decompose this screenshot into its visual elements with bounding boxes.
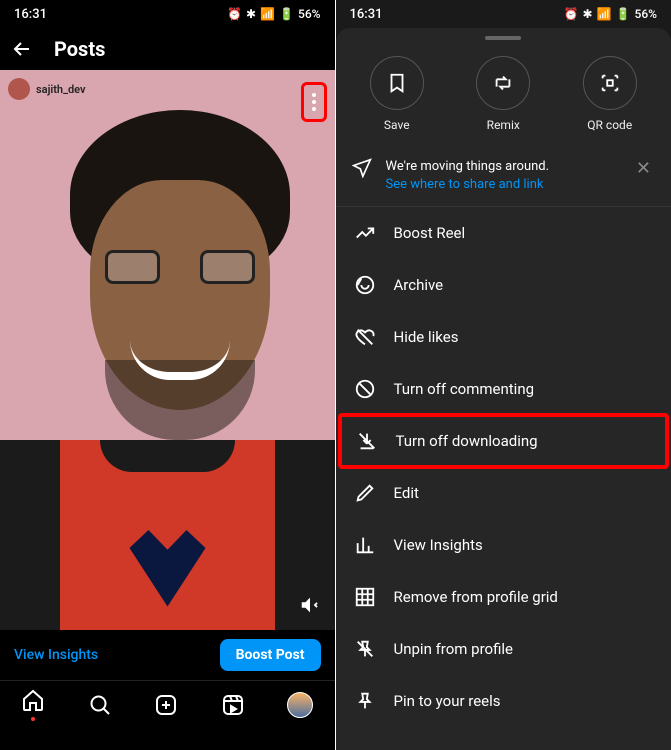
save-action[interactable]: Save: [352, 56, 442, 132]
menu-archive[interactable]: Archive: [336, 259, 671, 311]
archive-icon: [354, 274, 376, 296]
post-author[interactable]: sajith_dev: [8, 78, 86, 100]
bluetooth-icon: ✱: [246, 7, 256, 21]
nav-home[interactable]: [21, 688, 45, 721]
back-icon[interactable]: [10, 37, 34, 61]
status-time: 16:31: [14, 7, 47, 22]
menu-remove-from-grid[interactable]: Remove from profile grid: [336, 571, 671, 623]
page-title: Posts: [54, 37, 105, 61]
battery-percent: 56%: [635, 7, 657, 21]
qr-code-action[interactable]: QR code: [565, 56, 655, 132]
menu-boost-reel[interactable]: Boost Reel: [336, 207, 671, 259]
status-bar: 16:31 ⏰ ✱ 📶 🔋 56%: [336, 0, 671, 28]
menu-turn-off-downloading[interactable]: Turn off downloading: [338, 413, 670, 469]
unpin-icon: [354, 638, 376, 660]
quick-actions-row: Save Remix QR code: [336, 50, 671, 146]
notice-line1: We're moving things around.: [386, 158, 618, 176]
home-notification-dot: [31, 717, 35, 721]
phone-options-sheet-screen: 16:31 ⏰ ✱ 📶 🔋 56% Save Remix QR code: [336, 0, 671, 750]
view-insights-link[interactable]: View Insights: [14, 647, 98, 663]
more-options-button[interactable]: [301, 82, 327, 122]
bottom-nav: [0, 680, 335, 728]
alarm-icon: ⏰: [564, 7, 579, 21]
menu-unpin-profile[interactable]: Unpin from profile: [336, 623, 671, 675]
notice-link[interactable]: See where to share and link: [386, 176, 618, 194]
heart-off-icon: [354, 326, 376, 348]
photo-face: [20, 100, 320, 530]
pin-icon: [354, 690, 376, 712]
battery-icon: 🔋: [616, 7, 631, 21]
menu-pin-reels[interactable]: Pin to your reels: [336, 675, 671, 727]
status-indicators: ⏰ ✱ 📶 🔋 56%: [227, 7, 320, 21]
status-time: 16:31: [350, 7, 383, 22]
trending-icon: [354, 222, 376, 244]
share-icon: [352, 158, 372, 178]
battery-percent: 56%: [298, 7, 320, 21]
nav-profile[interactable]: [287, 692, 313, 718]
status-indicators: ⏰ ✱ 📶 🔋 56%: [564, 7, 657, 21]
chart-icon: [354, 534, 376, 556]
mute-icon[interactable]: [299, 594, 321, 616]
posts-header: Posts: [0, 28, 335, 70]
qr-code-icon: [599, 72, 621, 94]
author-username: sajith_dev: [36, 83, 86, 96]
menu-hide-likes[interactable]: Hide likes: [336, 311, 671, 363]
boost-post-button[interactable]: Boost Post: [220, 639, 321, 671]
post-actions-bar: View Insights Boost Post: [0, 630, 335, 680]
comment-off-icon: [354, 378, 376, 400]
alarm-icon: ⏰: [227, 7, 242, 21]
nav-create[interactable]: [154, 693, 178, 717]
signal-icon: 📶: [260, 7, 275, 21]
menu-turn-off-commenting[interactable]: Turn off commenting: [336, 363, 671, 415]
remix-action[interactable]: Remix: [458, 56, 548, 132]
signal-icon: 📶: [597, 7, 612, 21]
status-bar: 16:31 ⏰ ✱ 📶 🔋 56%: [0, 0, 335, 28]
menu-view-insights[interactable]: View Insights: [336, 519, 671, 571]
grid-icon: [354, 586, 376, 608]
bluetooth-icon: ✱: [583, 7, 593, 21]
info-notice: We're moving things around. See where to…: [336, 146, 671, 207]
nav-search[interactable]: [88, 693, 112, 717]
download-off-icon: [356, 430, 378, 452]
nav-reels[interactable]: [221, 693, 245, 717]
sheet-drag-handle[interactable]: [485, 36, 521, 40]
phone-posts-screen: 16:31 ⏰ ✱ 📶 🔋 56% Posts sajith_dev: [0, 0, 335, 750]
pencil-icon: [354, 482, 376, 504]
author-avatar: [8, 78, 30, 100]
battery-icon: 🔋: [279, 7, 294, 21]
bookmark-icon: [386, 72, 408, 94]
close-icon[interactable]: ✕: [632, 158, 655, 179]
remix-icon: [492, 72, 514, 94]
menu-edit[interactable]: Edit: [336, 467, 671, 519]
post-media[interactable]: sajith_dev: [0, 70, 335, 630]
options-bottom-sheet: Save Remix QR code We're moving things a…: [336, 28, 671, 750]
